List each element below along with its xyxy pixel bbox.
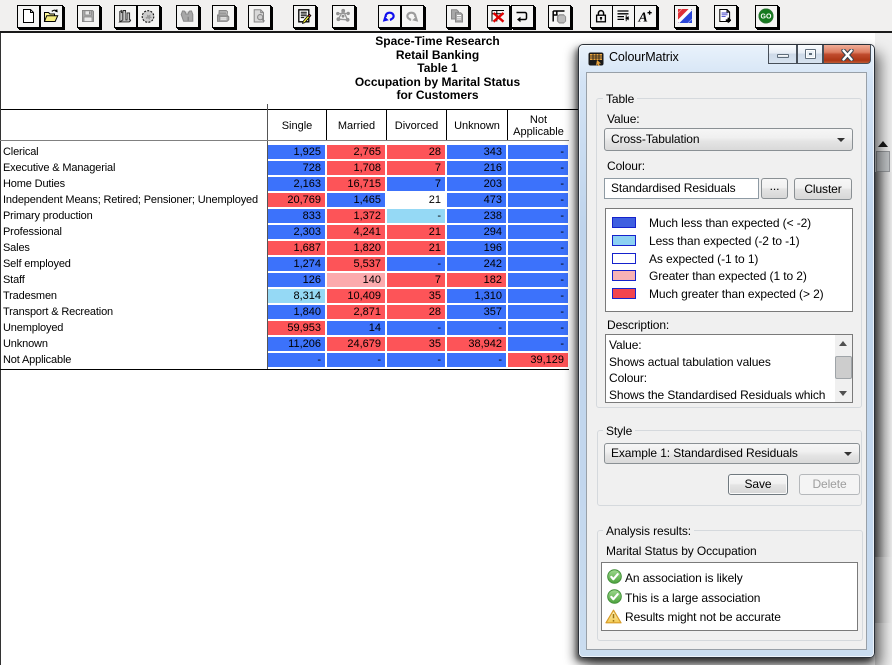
svg-text:A: A xyxy=(638,10,648,24)
svg-text:GO: GO xyxy=(761,14,772,21)
